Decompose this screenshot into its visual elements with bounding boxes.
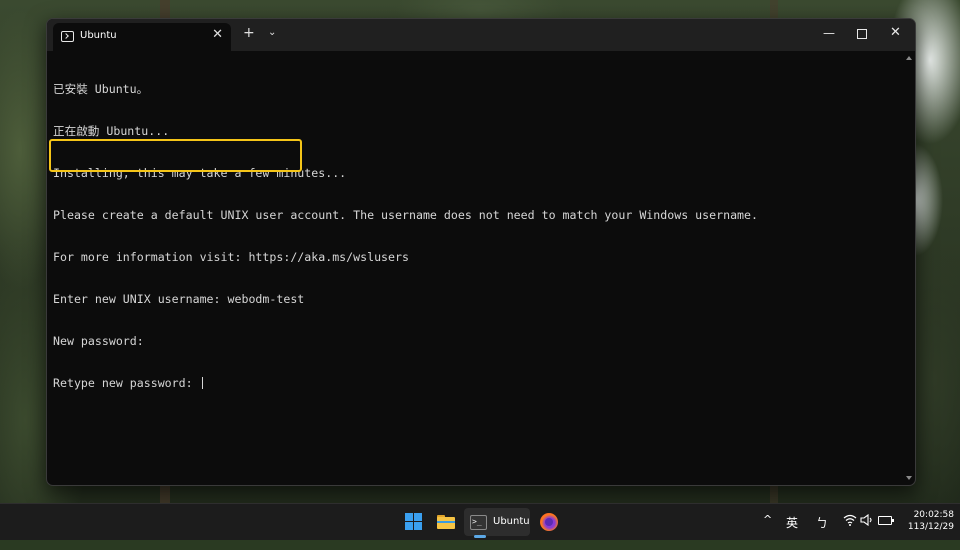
terminal-prompt-line[interactable]: Retype new password: bbox=[53, 376, 758, 390]
file-explorer-button[interactable] bbox=[432, 508, 460, 536]
active-app-indicator bbox=[474, 535, 486, 538]
minimize-button[interactable]: — bbox=[823, 26, 835, 40]
terminal-window: Ubuntu ✕ + ⌄ — ✕ 已安裝 Ubuntu。 正在啟動 Ubuntu… bbox=[46, 18, 916, 486]
battery-icon[interactable] bbox=[878, 516, 894, 525]
maximize-button[interactable] bbox=[857, 29, 867, 39]
folder-icon bbox=[437, 517, 455, 529]
taskbar-terminal-app[interactable]: >_ Ubuntu bbox=[464, 508, 530, 536]
scroll-down-icon[interactable] bbox=[906, 476, 912, 480]
terminal-output[interactable]: 已安裝 Ubuntu。 正在啟動 Ubuntu... Installing, t… bbox=[47, 51, 915, 485]
ime-phonetic-indicator[interactable]: ㄅ bbox=[816, 514, 828, 550]
terminal-line: Enter new UNIX username: webodm-test bbox=[53, 292, 305, 306]
terminal-line: For more information visit: https://aka.… bbox=[53, 250, 409, 264]
start-button[interactable] bbox=[400, 508, 428, 536]
volume-icon[interactable] bbox=[860, 513, 874, 550]
scroll-up-icon[interactable] bbox=[906, 56, 912, 60]
terminal-icon bbox=[61, 31, 74, 42]
new-tab-button[interactable]: + bbox=[243, 26, 255, 40]
password-highlight-box bbox=[49, 139, 302, 172]
terminal-line: Please create a default UNIX user accoun… bbox=[53, 208, 758, 222]
terminal-line: New password: bbox=[53, 334, 144, 348]
terminal-icon: >_ bbox=[470, 515, 487, 530]
clock-time: 20:02:58 bbox=[913, 510, 954, 520]
windows-logo-icon bbox=[405, 513, 413, 521]
terminal-line: 正在啟動 Ubuntu... bbox=[53, 124, 170, 138]
wifi-icon[interactable] bbox=[843, 514, 857, 550]
terminal-line: 已安裝 Ubuntu。 bbox=[53, 82, 149, 96]
chevron-down-icon[interactable]: ⌄ bbox=[268, 27, 276, 38]
password-prompt: Retype new password: bbox=[53, 376, 200, 390]
tab-close-icon[interactable]: ✕ bbox=[212, 27, 223, 42]
tab-ubuntu[interactable]: Ubuntu ✕ bbox=[53, 23, 231, 51]
clock-date: 113/12/29 bbox=[907, 522, 954, 532]
tab-label: Ubuntu bbox=[80, 30, 117, 41]
title-bar[interactable]: Ubuntu ✕ + ⌄ — ✕ bbox=[47, 19, 915, 51]
taskbar: >_ Ubuntu ^ 英 ㄅ 20:02:58 113/12/29 bbox=[0, 503, 960, 540]
chevron-up-icon[interactable]: ^ bbox=[763, 513, 772, 549]
text-cursor bbox=[201, 377, 203, 389]
firefox-button[interactable] bbox=[535, 508, 563, 536]
clock[interactable]: 20:02:58 113/12/29 bbox=[896, 509, 954, 533]
ime-mode-indicator[interactable]: 英 bbox=[786, 514, 798, 550]
taskbar-app-label: Ubuntu bbox=[493, 516, 530, 527]
close-button[interactable]: ✕ bbox=[890, 26, 901, 40]
